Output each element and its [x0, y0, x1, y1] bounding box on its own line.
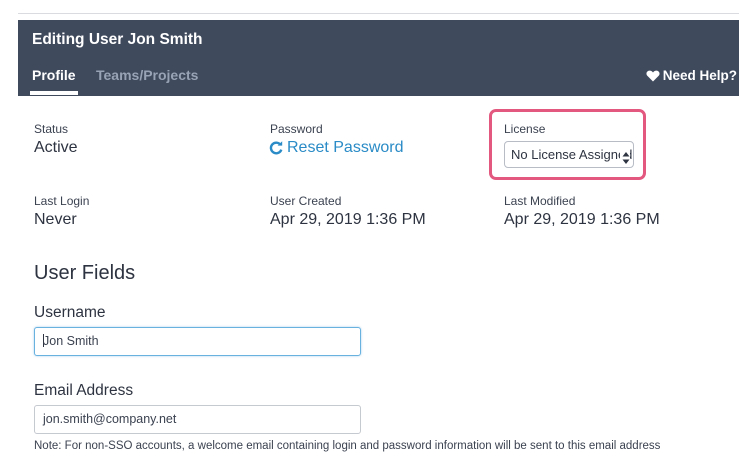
last-login-value: Never — [34, 211, 77, 228]
username-value: Jon Smith — [43, 334, 99, 348]
top-divider — [18, 13, 739, 14]
status-value: Active — [34, 139, 78, 156]
last-modified-label: Last Modified — [504, 194, 576, 208]
user-fields-heading: User Fields — [34, 262, 136, 284]
need-help-link[interactable]: Need Help? — [646, 68, 737, 83]
tab-profile[interactable]: Profile — [32, 67, 76, 83]
page-title: Editing User Jon Smith — [32, 31, 203, 48]
need-help-label: Need Help? — [662, 68, 737, 83]
license-selected-value: No License Assigned — [511, 147, 633, 162]
username-input[interactable]: Jon Smith — [34, 327, 361, 356]
status-label: Status — [34, 122, 69, 136]
panel-header: Editing User Jon Smith Profile Teams/Pro… — [18, 20, 739, 96]
tab-teams-projects[interactable]: Teams/Projects — [96, 67, 198, 83]
password-label: Password — [270, 122, 323, 136]
license-label: License — [504, 122, 546, 136]
email-value: jon.smith@company.net — [43, 412, 177, 426]
license-select[interactable]: No License Assigned — [504, 141, 634, 168]
active-tab-indicator — [30, 91, 78, 95]
user-created-label: User Created — [270, 194, 342, 208]
user-created-value: Apr 29, 2019 1:36 PM — [270, 211, 426, 228]
email-label: Email Address — [34, 382, 134, 399]
email-note: Note: For non-SSO accounts, a welcome em… — [34, 440, 661, 452]
heart-icon — [646, 70, 660, 82]
last-login-label: Last Login — [34, 194, 90, 208]
last-modified-value: Apr 29, 2019 1:36 PM — [504, 211, 660, 228]
select-arrows-icon — [620, 148, 630, 164]
reset-password-label: Reset Password — [287, 139, 404, 156]
username-label: Username — [34, 304, 106, 321]
refresh-icon — [269, 141, 283, 155]
reset-password-link[interactable]: Reset Password — [269, 139, 404, 157]
email-input[interactable]: jon.smith@company.net — [34, 405, 361, 434]
